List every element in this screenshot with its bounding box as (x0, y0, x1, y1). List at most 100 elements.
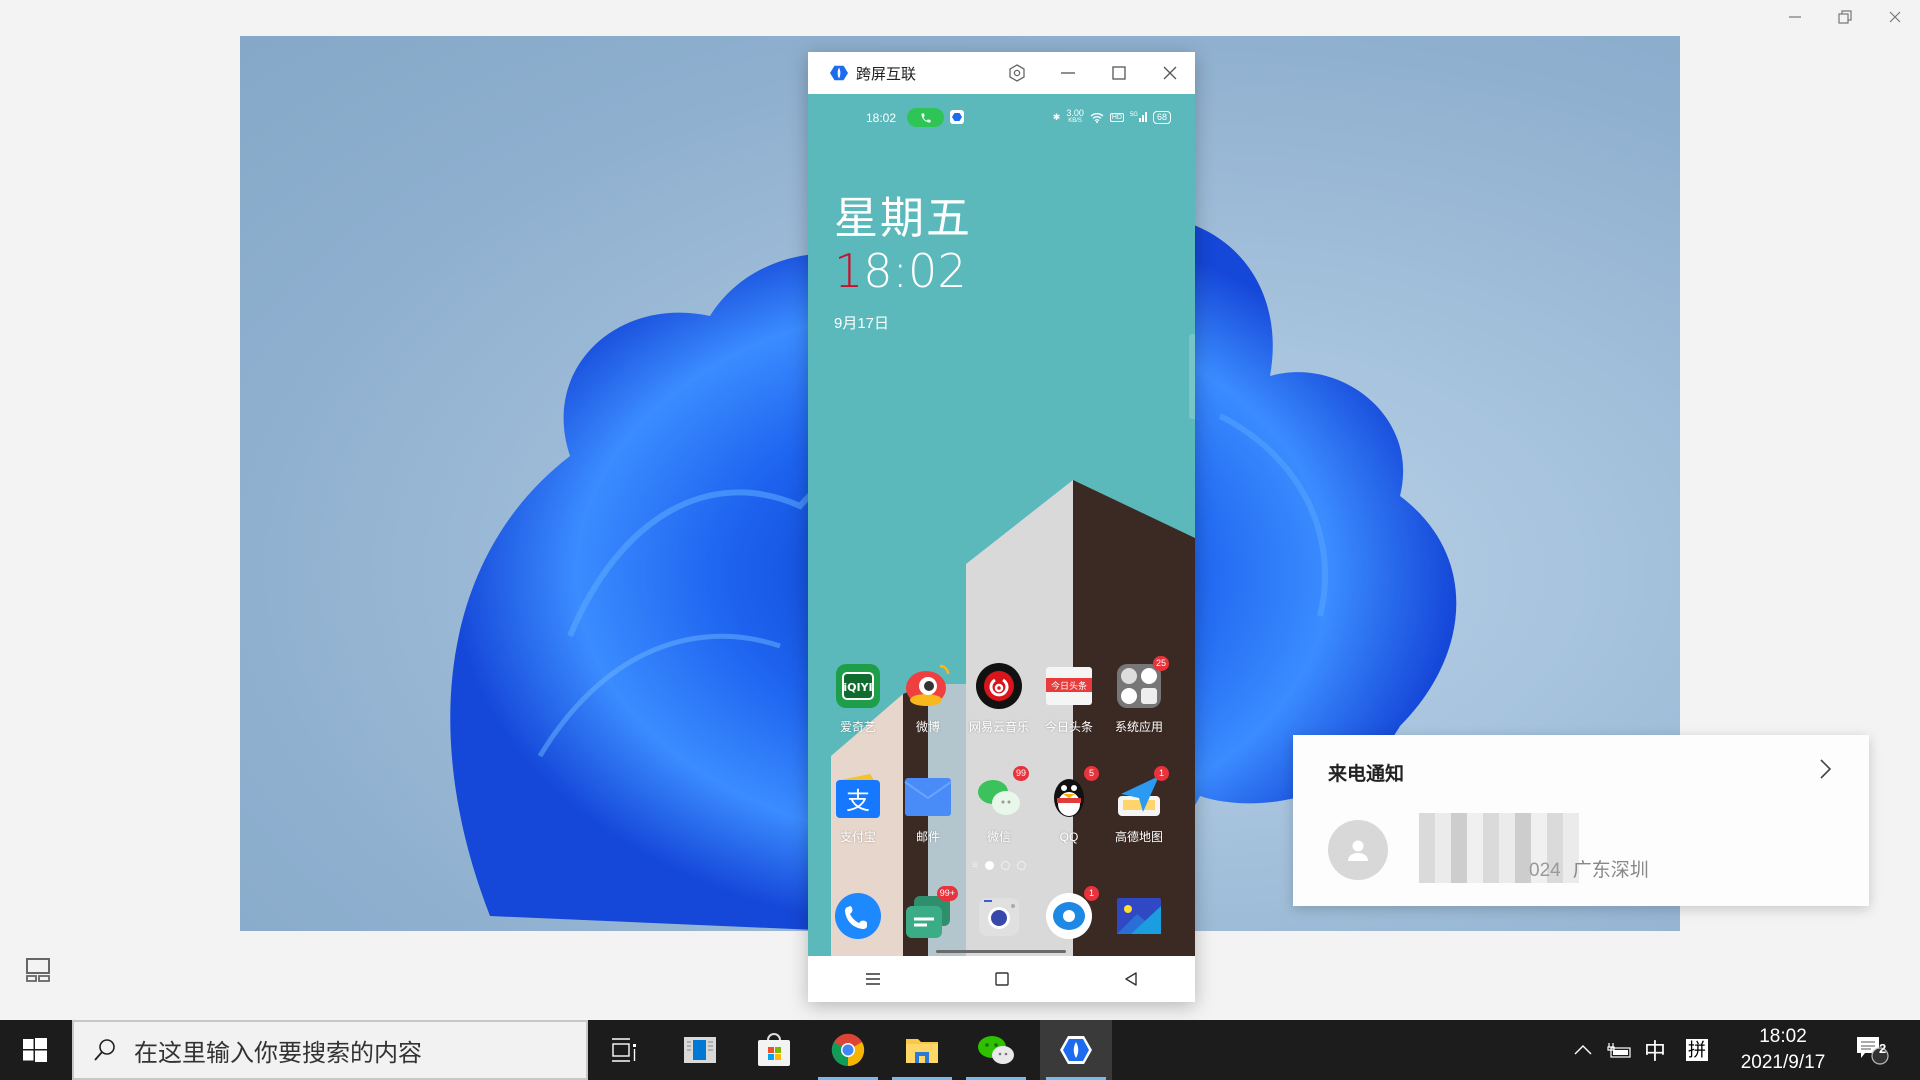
mail-icon (904, 772, 952, 820)
back-triangle-icon (1124, 972, 1137, 986)
messages-icon: 99+ (904, 886, 958, 940)
app-label: 微博 (915, 720, 940, 734)
screen-layout-icon (26, 958, 50, 982)
app-label: 今日头条 (1044, 720, 1093, 734)
app-iqiyi[interactable]: iQIYI 爱奇艺 (823, 662, 893, 735)
page-dot[interactable] (1016, 861, 1026, 870)
notification-badge: 99 (1012, 766, 1029, 781)
app-phone[interactable] (823, 892, 893, 940)
tray-overflow-button[interactable] (1568, 1020, 1598, 1080)
app-label: 高德地图 (1114, 830, 1163, 844)
close-icon (1163, 66, 1176, 80)
app-system-apps-folder[interactable]: 25 系统应用 (1104, 656, 1174, 735)
taskbar-clock[interactable]: 18:02 2021/9/17 (1728, 1020, 1838, 1080)
net-speed: 3.00 KB/S (1066, 108, 1084, 125)
iqiyi-icon: iQIYI (834, 662, 882, 710)
gallery-icon (1115, 892, 1163, 940)
app-netease-music[interactable]: 网易云音乐 (964, 662, 1034, 735)
chevron-up-icon (1574, 1045, 1592, 1055)
ime-pinyin-indicator[interactable]: 拼 (1682, 1020, 1712, 1080)
app-label: 网易云音乐 (968, 720, 1029, 734)
caller-avatar (1328, 820, 1388, 880)
nav-menu-button[interactable] (843, 959, 903, 999)
notification-badge: 1 (1154, 766, 1169, 781)
windows-logo-icon (23, 1038, 47, 1062)
restore-icon (1838, 10, 1852, 24)
phone-maximize-button[interactable] (1093, 52, 1144, 94)
app-messages[interactable]: 99+ (893, 886, 963, 940)
taskbar-search-box[interactable]: 在这里输入你要搜索的内容 (72, 1020, 588, 1080)
status-icons: ✱ 3.00 KB/S HD 5G 68 (1053, 109, 1171, 125)
nav-back-button[interactable] (1101, 959, 1161, 999)
camera-icon (975, 892, 1023, 940)
page-dot[interactable] (1000, 861, 1010, 870)
app-weibo[interactable]: 微博 (893, 662, 963, 735)
gesture-bar[interactable] (936, 950, 1066, 953)
drawer-icon: ≡ (972, 860, 978, 871)
svg-text:支: 支 (846, 788, 870, 815)
cross-screen-logo-icon (952, 113, 962, 121)
toutiao-icon: 今日头条 (1045, 662, 1093, 710)
system-apps-folder-icon: 25 (1115, 656, 1169, 710)
taskbar-file-explorer[interactable] (886, 1020, 958, 1080)
minimize-icon (1789, 16, 1801, 18)
task-view-button[interactable] (588, 1020, 660, 1080)
start-button[interactable] (0, 1020, 70, 1080)
action-center-button[interactable]: 2 (1852, 1020, 1892, 1080)
window-restore-button[interactable] (1820, 0, 1870, 34)
taskbar-chrome-app[interactable] (812, 1020, 884, 1080)
page-dot[interactable] (984, 861, 994, 870)
taskbar-wechat-app[interactable] (960, 1020, 1032, 1080)
svg-text:iQIYI: iQIYI (843, 681, 872, 694)
wifi-icon (1090, 112, 1104, 123)
menu-icon (865, 973, 880, 985)
page-indicator: ≡ (972, 860, 1026, 871)
ongoing-call-pill[interactable] (907, 108, 944, 127)
app-label: QQ (1059, 830, 1079, 844)
notification-badge: 99+ (936, 886, 958, 901)
taskbar-time: 18:02 (1759, 1026, 1807, 1047)
status-time: 18:02 (866, 111, 897, 125)
phone-minimize-button[interactable] (1042, 52, 1093, 94)
app-browser[interactable]: 1 (1034, 886, 1104, 940)
battery-charging-indicator[interactable] (1602, 1020, 1636, 1080)
search-placeholder: 在这里输入你要搜索的内容 (134, 1039, 422, 1067)
taskbar-news-app[interactable] (664, 1020, 736, 1080)
chrome-icon (831, 1033, 865, 1067)
incoming-call-notification[interactable]: 来电通知 024 广东深圳 (1293, 735, 1869, 906)
svg-text:今日头条: 今日头条 (1051, 680, 1087, 691)
app-qq[interactable]: 5 QQ (1034, 766, 1104, 845)
app-gallery[interactable] (1104, 892, 1174, 940)
caller-info: 024 广东深圳 (1529, 860, 1649, 881)
app-camera[interactable] (964, 892, 1034, 940)
battery-indicator: 68 (1152, 110, 1171, 124)
notification-badge: 5 (1084, 766, 1099, 781)
app-window: 跨屏互联 18:02 ✱ 3.00 KB/S HD 5G 68 星期五 18:0… (0, 0, 1920, 1016)
phone-settings-button[interactable] (991, 52, 1042, 94)
phone-icon (834, 892, 882, 940)
minimize-icon (1060, 72, 1075, 74)
screen-mirror-toggle-button[interactable] (26, 958, 50, 982)
browser-icon: 1 (1045, 886, 1099, 940)
ime-mode-indicator[interactable]: 中 (1640, 1020, 1670, 1080)
phone-nav-bar (808, 956, 1195, 1002)
window-close-button[interactable] (1870, 0, 1920, 34)
window-minimize-button[interactable] (1770, 0, 1820, 34)
netease-music-icon (975, 662, 1023, 710)
folder-icon (906, 1039, 938, 1063)
chevron-right-icon[interactable] (1813, 757, 1837, 781)
app-wechat[interactable]: 99 微信 (964, 766, 1034, 845)
phone-window-titlebar[interactable]: 跨屏互联 (808, 52, 1195, 94)
taskbar-date: 2021/9/17 (1740, 1052, 1826, 1073)
taskbar-store-app[interactable] (738, 1020, 810, 1080)
app-amap[interactable]: 1 高德地图 (1104, 766, 1174, 845)
taskbar-cross-screen-app[interactable] (1040, 1020, 1112, 1080)
phone-close-button[interactable] (1144, 52, 1195, 94)
nav-home-button[interactable] (972, 959, 1032, 999)
edge-panel-handle[interactable] (1189, 334, 1195, 419)
microsoft-store-icon (758, 1033, 790, 1066)
phone-screen[interactable]: 18:02 ✱ 3.00 KB/S HD 5G 68 星期五 18:02 9月1… (808, 94, 1195, 956)
app-alipay[interactable]: 支支付宝 (823, 772, 893, 845)
app-toutiao[interactable]: 今日头条 今日头条 (1034, 662, 1104, 735)
app-mail[interactable]: 邮件 (893, 772, 963, 845)
